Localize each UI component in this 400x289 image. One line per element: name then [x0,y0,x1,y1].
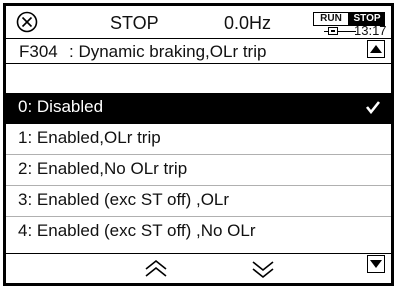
run-indicator: RUN [313,12,349,26]
drive-state: STOP [110,13,159,33]
circle-x-icon [16,11,38,33]
parameter-code: F304 [19,42,58,61]
frequency-readout: 0.0Hz [224,13,272,33]
option-label: 0: Disabled [18,97,104,116]
parameter-title: : Dynamic braking,OLr trip [69,42,267,61]
option-3-enabled-exc-st-off-olr[interactable]: 3: Enabled (exc ST off) ,OLr [6,186,391,217]
triangle-down-icon [370,260,382,268]
checkmark-icon [365,101,381,114]
battery-icon [328,27,338,35]
option-4-enabled-exc-st-off-no-olr[interactable]: 4: Enabled (exc ST off) ,No OLr [6,217,391,248]
double-chevron-up-icon[interactable] [143,258,169,280]
scroll-up-button[interactable] [367,40,385,58]
navigation-bar [6,253,391,283]
option-label: 3: Enabled (exc ST off) ,OLr [18,190,230,209]
clock: 13:17 [354,23,387,38]
option-0-disabled[interactable]: 0: Disabled [6,93,391,124]
option-label: 1: Enabled,OLr trip [18,128,161,147]
option-label: 4: Enabled (exc ST off) ,No OLr [18,221,256,240]
double-chevron-down-icon[interactable] [250,258,276,280]
option-1-enabled-olr-trip[interactable]: 1: Enabled,OLr trip [6,124,391,155]
parameter-header: F304 : Dynamic braking,OLr trip [6,38,391,64]
status-bar: STOP 0.0Hz RUN STOP 13:17 [6,6,391,41]
triangle-up-icon [370,45,382,53]
option-2-enabled-no-olr-trip[interactable]: 2: Enabled,No OLr trip [6,155,391,186]
keypad-display: STOP 0.0Hz RUN STOP 13:17 F304 : Dynamic… [3,3,394,286]
option-label: 2: Enabled,No OLr trip [18,159,188,178]
scroll-down-button[interactable] [367,255,385,273]
